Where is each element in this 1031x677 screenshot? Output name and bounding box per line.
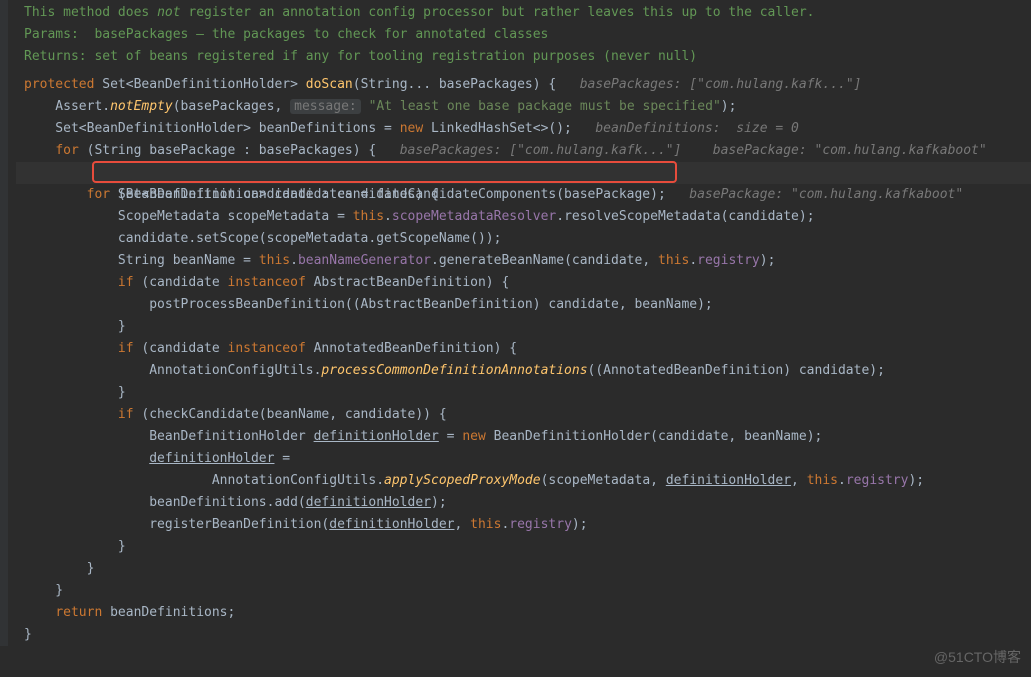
code-line[interactable]: BeanDefinitionHolder definitionHolder = … — [16, 426, 1031, 448]
code-line[interactable]: String beanName = this.beanNameGenerator… — [16, 250, 1031, 272]
code-line[interactable]: protected Set<BeanDefinitionHolder> doSc… — [16, 74, 1031, 96]
doc-line: Params: basePackages – the packages to c… — [16, 24, 1031, 46]
doc-line: This method does not register an annotat… — [16, 2, 1031, 24]
code-line[interactable]: definitionHolder = — [16, 448, 1031, 470]
code-line[interactable]: } — [16, 580, 1031, 602]
code-line[interactable]: for (String basePackage : basePackages) … — [16, 140, 1031, 162]
code-line[interactable]: candidate.setScope(scopeMetadata.getScop… — [16, 228, 1031, 250]
code-line[interactable]: ScopeMetadata scopeMetadata = this.scope… — [16, 206, 1031, 228]
code-line[interactable]: } — [16, 382, 1031, 404]
code-line-highlighted[interactable]: Set<BeanDefinition> candidates = findCan… — [16, 162, 1031, 184]
highlight-box — [92, 161, 677, 183]
code-line[interactable]: } — [16, 536, 1031, 558]
code-line[interactable]: return beanDefinitions; — [16, 602, 1031, 624]
code-line[interactable]: if (candidate instanceof AnnotatedBeanDe… — [16, 338, 1031, 360]
code-line[interactable]: beanDefinitions.add(definitionHolder); — [16, 492, 1031, 514]
watermark: @51CTO博客 — [934, 647, 1021, 667]
code-line[interactable]: AnnotationConfigUtils.processCommonDefin… — [16, 360, 1031, 382]
code-line[interactable]: } — [16, 624, 1031, 646]
code-line[interactable]: if (checkCandidate(beanName, candidate))… — [16, 404, 1031, 426]
code-line[interactable]: registerBeanDefinition(definitionHolder,… — [16, 514, 1031, 536]
code-line[interactable]: } — [16, 316, 1031, 338]
code-line[interactable]: } — [16, 558, 1031, 580]
code-line[interactable]: if (candidate instanceof AbstractBeanDef… — [16, 272, 1031, 294]
code-line[interactable]: postProcessBeanDefinition((AbstractBeanD… — [16, 294, 1031, 316]
code-line[interactable]: AnnotationConfigUtils.applyScopedProxyMo… — [16, 470, 1031, 492]
code-line[interactable]: Assert.notEmpty(basePackages, message: "… — [16, 96, 1031, 118]
code-line[interactable]: Set<BeanDefinitionHolder> beanDefinition… — [16, 118, 1031, 140]
code-editor[interactable]: This method does not register an annotat… — [0, 0, 1031, 646]
doc-line: Returns: set of beans registered if any … — [16, 46, 1031, 68]
